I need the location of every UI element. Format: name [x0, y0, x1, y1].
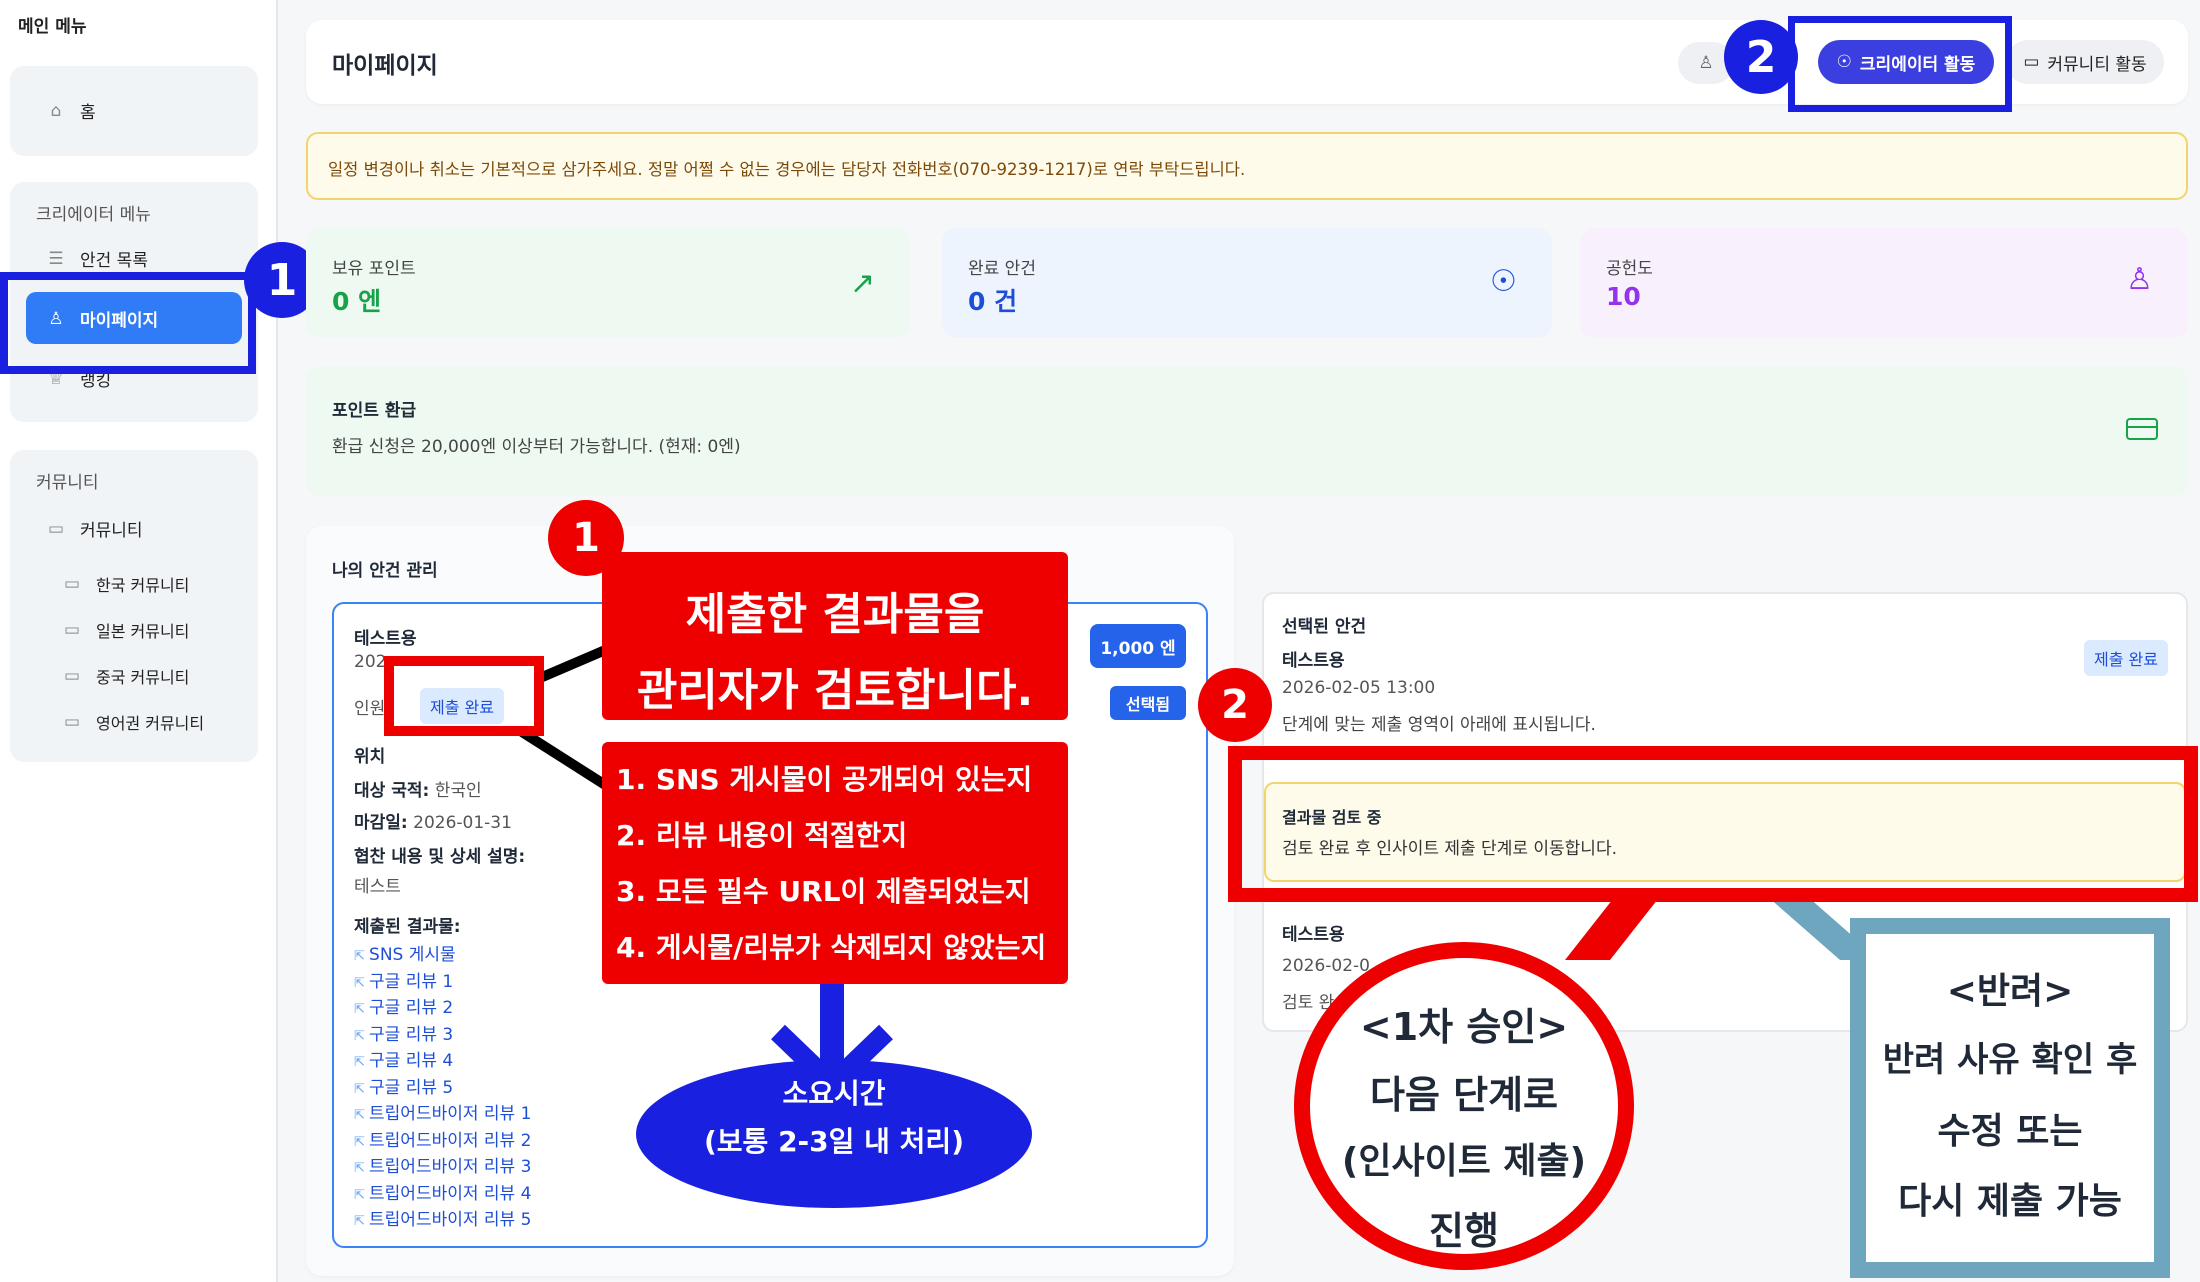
annotation-time-oval: 소요시간 (보통 2-3일 내 처리): [636, 1060, 1032, 1208]
time-detail: (보통 2-3일 내 처리): [704, 1125, 964, 1158]
connector-line: [519, 727, 613, 793]
approve-line: 다음 단계로: [1369, 1073, 1559, 1117]
connector-line: [538, 643, 612, 683]
annotation-box-review: [1228, 746, 2198, 902]
reject-line: 다시 제출 가능: [1898, 1181, 2122, 1222]
annotation-badge-2: 2: [1198, 668, 1272, 742]
annotation-title-line: 관리자가 검토합니다.: [636, 665, 1034, 716]
approve-line: (인사이트 제출): [1341, 1141, 1587, 1182]
checklist-item: 3. 모든 필수 URL이 제출되었는지: [616, 875, 1031, 908]
time-label: 소요시간: [782, 1077, 886, 1110]
approve-line: 진행: [1429, 1209, 1499, 1253]
annotation-box-status: [384, 656, 544, 736]
annotation-title-line: 제출한 결과물을: [685, 589, 985, 640]
annotation-title-box: 제출한 결과물을 관리자가 검토합니다.: [602, 552, 1068, 720]
reject-line: <반려>: [1946, 971, 2074, 1012]
reject-line: 수정 또는: [1937, 1111, 2083, 1152]
annotation-reject: <반려> 반려 사유 확인 후 수정 또는 다시 제출 가능: [1850, 918, 2170, 1278]
approve-line: <1차 승인>: [1359, 1005, 1569, 1049]
checklist-item: 2. 리뷰 내용이 적절한지: [616, 819, 908, 852]
annotation-checklist: 1. SNS 게시물이 공개되어 있는지 2. 리뷰 내용이 적절한지 3. 모…: [602, 742, 1068, 984]
annotation-approve: <1차 승인> 다음 단계로 (인사이트 제출) 진행: [1294, 942, 1634, 1270]
checklist-item: 1. SNS 게시물이 공개되어 있는지: [616, 763, 1033, 796]
reject-line: 반려 사유 확인 후: [1882, 1040, 2138, 1080]
checklist-item: 4. 게시물/리뷰가 삭제되지 않았는지: [616, 931, 1047, 964]
